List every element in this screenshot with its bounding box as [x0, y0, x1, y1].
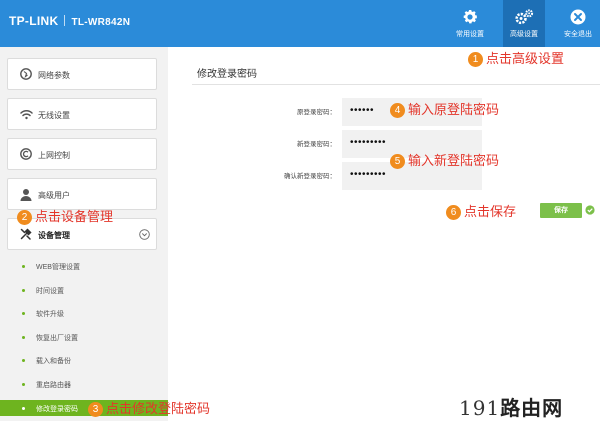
submenu-item-label: 软件升级 — [36, 311, 64, 318]
new-password-value: ••••••••• — [350, 137, 387, 148]
old-password-label: 原登录密码： — [297, 109, 336, 116]
safe-logout-button[interactable]: 安全退出 — [557, 0, 599, 47]
sidebar-item-network[interactable]: 网络参数 — [7, 58, 157, 90]
user-icon — [20, 189, 32, 201]
step-badge: 2 — [17, 210, 32, 225]
sidebar-item-label: 高级用户 — [38, 191, 70, 200]
sidebar-item-access-control[interactable]: 上网控制 — [7, 138, 157, 170]
brand-logo: TP-LINK TL-WR842N — [9, 14, 130, 28]
submenu-item-web-management[interactable]: WEB管理设置 — [0, 258, 168, 274]
top-header: TP-LINK TL-WR842N 常用设置 高级设置 安全退出 — [0, 0, 600, 47]
site-watermark: 191路由网 — [459, 392, 563, 421]
annotation-step-4: 4 输入原登陆密码 — [390, 99, 499, 118]
sidebar-item-label: 上网控制 — [38, 151, 70, 160]
common-settings-button[interactable]: 常用设置 — [449, 0, 491, 47]
submenu-item-label: WEB管理设置 — [36, 264, 80, 271]
step-badge: 3 — [88, 402, 103, 417]
submenu-item-label: 恢复出厂设置 — [36, 335, 78, 342]
globe-icon — [20, 68, 32, 80]
advanced-settings-label: 高级设置 — [510, 31, 538, 38]
annotation-text: 输入原登陆密码 — [408, 102, 500, 117]
bullet-icon — [22, 312, 25, 315]
close-icon — [570, 9, 586, 25]
gears-icon — [515, 9, 534, 25]
annotation-text: 输入新登陆密码 — [408, 153, 500, 168]
control-icon — [20, 148, 32, 160]
annotation-text: 点击修改登陆密码 — [106, 401, 211, 416]
wifi-icon — [20, 110, 33, 120]
bullet-icon — [22, 383, 25, 386]
watermark-text: 路由网 — [500, 396, 564, 420]
page-title: 修改登录密码 — [197, 69, 257, 80]
bullet-icon — [22, 289, 25, 292]
sidebar-item-label: 无线设置 — [38, 111, 70, 120]
step-badge: 5 — [390, 154, 405, 169]
title-divider — [192, 84, 600, 85]
annotation-step-2: 2 点击设备管理 — [17, 206, 113, 225]
step-badge: 1 — [468, 52, 483, 67]
bullet-icon — [22, 265, 25, 268]
confirm-password-label: 确认新登录密码： — [284, 173, 336, 180]
gear-icon — [463, 9, 478, 24]
submenu-item-label: 时间设置 — [36, 288, 64, 295]
tools-icon — [20, 228, 32, 240]
submenu-item-label: 载入和备份 — [36, 358, 71, 365]
submenu-item-firmware-upgrade[interactable]: 软件升级 — [0, 305, 168, 321]
submenu-item-reboot-router[interactable]: 重启路由器 — [0, 376, 168, 392]
brand-name: TP-LINK — [9, 14, 59, 28]
old-password-value: •••••• — [350, 105, 375, 116]
save-button[interactable]: 保存 — [540, 203, 582, 218]
confirm-password-value: ••••••••• — [350, 169, 387, 180]
annotation-step-6: 6 点击保存 — [446, 201, 516, 220]
new-password-label: 新登录密码： — [297, 141, 336, 148]
annotation-text: 点击设备管理 — [35, 209, 114, 224]
bullet-icon — [22, 336, 25, 339]
watermark-digits: 191 — [459, 396, 501, 420]
submenu-item-time-settings[interactable]: 时间设置 — [0, 282, 168, 298]
check-circle-icon — [585, 205, 595, 215]
sidebar-item-label: 设备管理 — [38, 231, 70, 240]
annotation-step-1: 1 点击高级设置 — [468, 48, 564, 67]
submenu-item-backup-restore[interactable]: 载入和备份 — [0, 352, 168, 368]
submenu-item-label: 修改登录密码 — [36, 406, 78, 413]
submenu-item-label: 重启路由器 — [36, 382, 71, 389]
annotation-text: 点击高级设置 — [486, 51, 565, 66]
submenu-item-factory-reset[interactable]: 恢复出厂设置 — [0, 329, 168, 345]
step-badge: 4 — [390, 103, 405, 118]
advanced-settings-button[interactable]: 高级设置 — [503, 0, 545, 47]
bullet-icon — [22, 407, 25, 410]
router-model: TL-WR842N — [71, 17, 131, 28]
annotation-text: 点击保存 — [464, 204, 517, 219]
safe-logout-label: 安全退出 — [564, 31, 592, 38]
sidebar-item-wireless[interactable]: 无线设置 — [7, 98, 157, 130]
common-settings-label: 常用设置 — [456, 31, 484, 38]
chevron-down-icon[interactable] — [139, 229, 150, 240]
step-badge: 6 — [446, 205, 461, 220]
sidebar: 网络参数 无线设置 上网控制 高级用户 设备管理 WEB管理设置 时间设置 软件… — [0, 47, 168, 421]
sidebar-item-label: 网络参数 — [38, 71, 70, 80]
annotation-step-5: 5 输入新登陆密码 — [390, 150, 499, 169]
brand-separator — [64, 15, 66, 26]
bullet-icon — [22, 359, 25, 362]
annotation-step-3: 3 点击修改登陆密码 — [88, 398, 210, 417]
